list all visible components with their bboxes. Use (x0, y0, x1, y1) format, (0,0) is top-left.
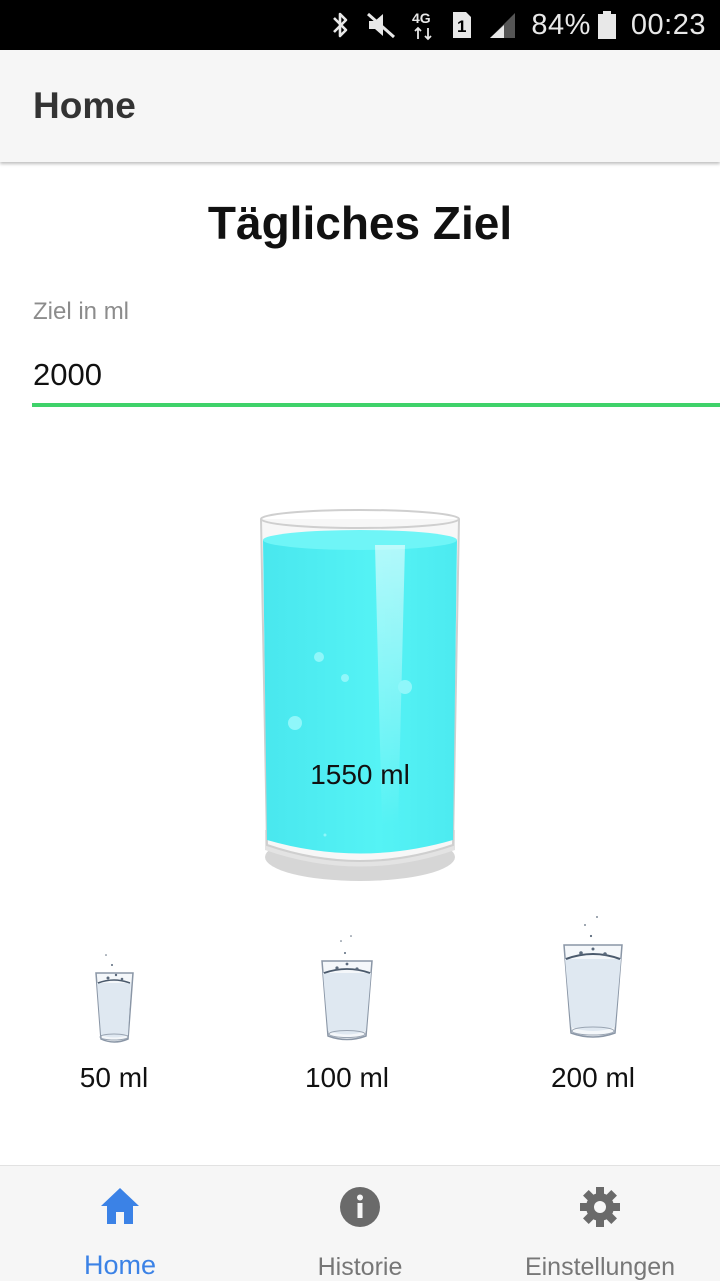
medium-glass-icon (321, 935, 373, 1041)
clock: 00:23 (630, 8, 706, 41)
status-bar: 4G 1 84% 00:23 (0, 0, 720, 50)
signal-icon (487, 11, 517, 39)
water-fill (263, 540, 457, 854)
drink-option-label: 50 ml (79, 1062, 149, 1093)
drink-option-100ml[interactable]: 100 ml (257, 905, 437, 1105)
drink-option-label: 200 ml (550, 1062, 636, 1093)
drink-option-label: 100 ml (304, 1062, 390, 1093)
nav-label-einstellungen: Einstellungen (524, 1253, 676, 1281)
drink-option-50ml[interactable]: 50 ml (24, 905, 204, 1105)
mute-icon (365, 10, 397, 40)
goal-field-label: Ziel in ml (33, 298, 130, 325)
goal-input-underline (32, 403, 720, 407)
nav-item-home[interactable]: Home (0, 1166, 240, 1281)
app-bar: Home (0, 50, 720, 162)
battery-icon (597, 10, 617, 40)
sim-icon: 1 (451, 10, 473, 40)
page-title: Home (33, 85, 136, 126)
sim-slot-text: 1 (457, 17, 466, 36)
battery-percentage: 84% (531, 8, 591, 41)
nav-item-historie[interactable]: Historie (240, 1166, 480, 1281)
gear-icon (579, 1186, 621, 1228)
nav-label-historie: Historie (317, 1253, 403, 1281)
home-icon (100, 1186, 140, 1225)
water-surface (263, 530, 457, 550)
network-type-text: 4G (412, 10, 431, 26)
info-icon (339, 1186, 381, 1228)
bluetooth-icon (331, 10, 351, 40)
drink-option-200ml[interactable]: 200 ml (503, 905, 683, 1105)
nav-item-einstellungen[interactable]: Einstellungen (480, 1166, 720, 1281)
large-glass-icon (563, 916, 623, 1038)
nav-label-home: Home (83, 1250, 157, 1280)
goal-input[interactable] (33, 345, 720, 405)
water-glass (255, 505, 465, 890)
small-glass-icon (95, 954, 134, 1043)
network-type-icon: 4G (411, 9, 437, 41)
bottom-navigation: Home Historie Einstellungen (0, 1165, 720, 1281)
intake-amount-label: 1550 ml (310, 759, 410, 790)
daily-goal-heading: Tägliches Ziel (207, 197, 513, 249)
